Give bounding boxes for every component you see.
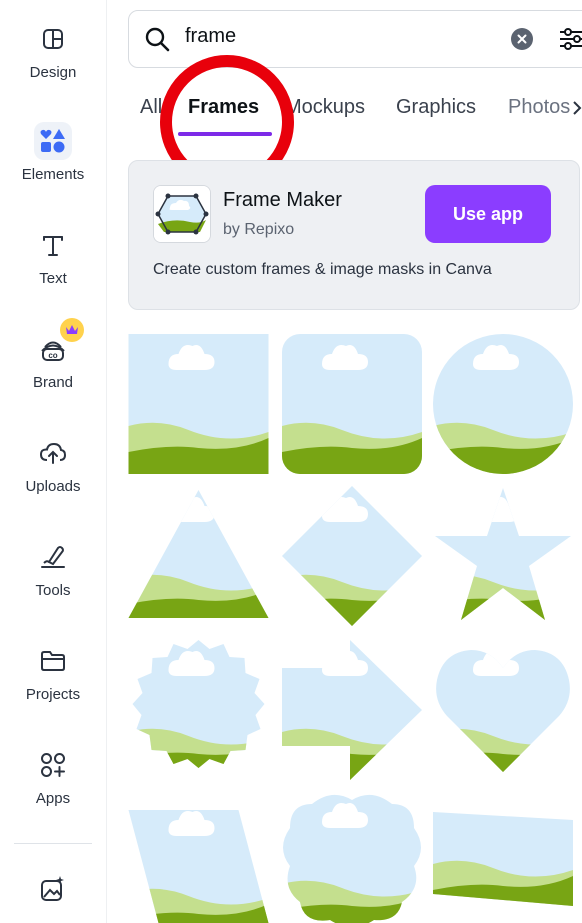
filter-icon [560, 28, 582, 50]
folder-icon [34, 642, 72, 680]
sidebar-item-tools[interactable]: Tools [0, 538, 106, 599]
sidebar-item-magic-media[interactable] [0, 870, 106, 908]
layout-icon [34, 20, 72, 58]
brand-icon: co [34, 318, 84, 368]
sidebar-item-label: Apps [35, 790, 71, 807]
sidebar-item-label: Projects [25, 686, 81, 703]
tab-frames[interactable]: Frames [188, 96, 259, 119]
tab-all[interactable]: All [140, 96, 170, 119]
sidebar-item-elements[interactable]: Elements [0, 122, 106, 183]
sidebar-item-label: Uploads [25, 478, 81, 495]
frame-heart[interactable] [433, 640, 573, 780]
search-input[interactable] [185, 25, 485, 48]
search-icon [143, 25, 171, 58]
frame-star[interactable] [433, 486, 573, 626]
sidebar: Design Elements Text co Brand Uploads To… [0, 0, 107, 923]
frame-arrow[interactable] [282, 640, 422, 780]
search-bar [128, 10, 582, 68]
app-description: Create custom frames & image masks in Ca… [153, 261, 492, 278]
tab-photos[interactable]: Photos [508, 96, 572, 119]
frame-skewed-rectangle[interactable] [433, 808, 573, 906]
magic-media-icon [34, 870, 72, 908]
sidebar-item-apps[interactable]: Apps [0, 746, 106, 807]
sidebar-item-uploads[interactable]: Uploads [0, 434, 106, 495]
sidebar-item-label: Design [29, 64, 77, 81]
app-author: by Repixo [223, 221, 295, 238]
app-name: Frame Maker [223, 189, 342, 211]
pen-tool-icon [34, 538, 72, 576]
sidebar-item-label: Tools [35, 582, 71, 599]
use-app-button[interactable]: Use app [425, 185, 551, 243]
text-icon [34, 226, 72, 264]
frame-square[interactable] [128, 334, 269, 474]
tab-mockups[interactable]: Mockups [285, 96, 365, 119]
frame-parallelogram[interactable] [128, 800, 269, 923]
filter-button[interactable] [557, 24, 582, 59]
cloud-upload-icon [34, 434, 72, 472]
sidebar-item-label: Text [39, 270, 67, 287]
sidebar-divider [14, 843, 92, 844]
svg-text:co: co [48, 351, 57, 360]
frame-rounded-square[interactable] [282, 334, 422, 474]
apps-grid-icon [34, 746, 72, 784]
frame-circle[interactable] [433, 334, 573, 474]
sidebar-item-design[interactable]: Design [0, 20, 106, 81]
sidebar-item-label: Brand [32, 374, 74, 391]
app-card[interactable]: Frame Maker by Repixo Use app Create cus… [128, 160, 580, 310]
crown-icon [60, 318, 84, 342]
active-tab-indicator [178, 132, 272, 136]
frame-diamond[interactable] [282, 486, 422, 626]
frame-triangle[interactable] [128, 486, 269, 626]
frame-scalloped[interactable] [282, 792, 422, 923]
close-icon [517, 34, 527, 44]
frame-maker-logo [153, 185, 211, 243]
chevron-right-icon[interactable] [572, 98, 582, 123]
category-tabs: All Frames Mockups Graphics Photos [128, 90, 582, 142]
sidebar-item-label: Elements [21, 166, 85, 183]
sidebar-item-text[interactable]: Text [0, 226, 106, 287]
shapes-icon [34, 122, 72, 160]
sidebar-item-brand[interactable]: co Brand [0, 318, 106, 391]
frame-badge[interactable] [128, 640, 269, 780]
sidebar-item-projects[interactable]: Projects [0, 642, 106, 703]
clear-search-button[interactable] [511, 28, 533, 50]
tab-graphics[interactable]: Graphics [396, 96, 476, 119]
